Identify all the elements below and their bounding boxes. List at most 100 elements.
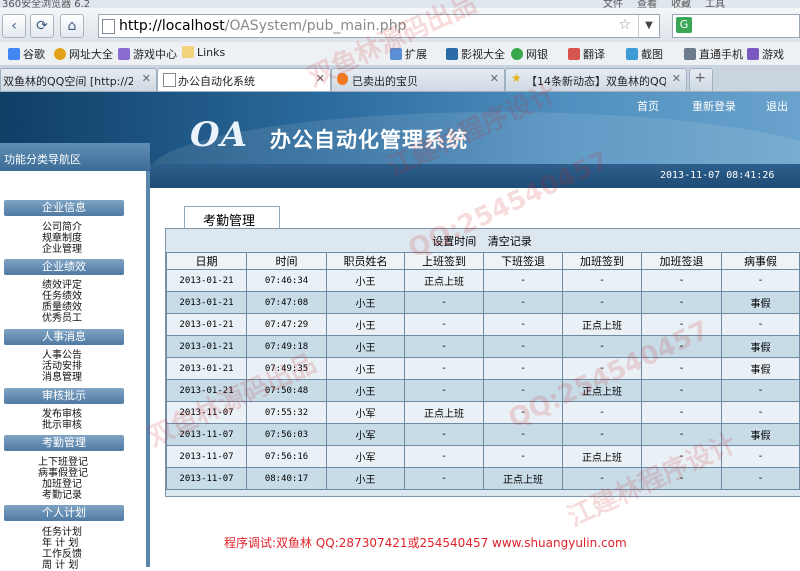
tab-attendance-management[interactable]: 考勤管理: [184, 206, 280, 229]
table-cell-out: -: [483, 335, 563, 358]
sidebar-item-weekly-plan[interactable]: 周 计 划: [42, 560, 78, 571]
gamepad-icon: [118, 48, 130, 60]
table-cell-time: 07:50:48: [246, 379, 327, 402]
sidebar-section-company-info[interactable]: 企业信息: [4, 200, 124, 216]
close-icon[interactable]: ✕: [490, 72, 499, 85]
sidebar-section-hr-news[interactable]: 人事消息: [4, 329, 124, 345]
bookmark-google[interactable]: 谷歌: [8, 46, 45, 62]
menu-favorites[interactable]: 收藏: [671, 0, 691, 8]
home-icon[interactable]: ⌂: [60, 14, 84, 38]
table-cell-out: -: [483, 291, 563, 314]
bookmark-star-icon[interactable]: ☆: [618, 17, 631, 33]
bookmark-video[interactable]: 影视大全: [446, 46, 505, 62]
sidebar-item-task-performance[interactable]: 任务绩效: [42, 291, 82, 302]
system-title: 办公自动化管理系统: [270, 128, 468, 152]
column-header-check-out: 下班签退: [483, 252, 563, 270]
bookmark-phone[interactable]: 直通手机: [684, 46, 743, 62]
clear-records-link[interactable]: 清空记录: [488, 235, 532, 248]
table-cell-otin: 正点上班: [562, 445, 642, 468]
search-engine-icon[interactable]: G: [676, 17, 692, 33]
close-icon[interactable]: ✕: [672, 72, 681, 85]
sidebar-item-activity-schedule[interactable]: 活动安排: [42, 361, 82, 372]
table-cell-in: -: [404, 445, 484, 468]
address-bar[interactable]: http://localhost/OASystem/pub_main.php ☆…: [98, 14, 660, 38]
sidebar-item-performance-rating[interactable]: 绩效评定: [42, 280, 82, 291]
sidebar-section-personal-plans[interactable]: 个人计划: [4, 505, 124, 521]
table-cell-out: 正点上班: [483, 467, 563, 490]
table-cell-date: 2013-11-07: [166, 401, 247, 424]
table-cell-out: -: [483, 269, 563, 292]
table-row: 2013-01-21 07:49:18 小王 - - - - 事假: [166, 335, 800, 358]
nav-caption: 功能分类导航区: [4, 153, 81, 166]
home-link[interactable]: 首页: [637, 98, 659, 114]
sidebar-item-company-profile[interactable]: 公司简介: [42, 222, 82, 233]
table-cell-otout: -: [641, 467, 722, 490]
refresh-icon[interactable]: ⟳: [30, 14, 54, 38]
bookmark-screenshot[interactable]: 截图: [626, 46, 663, 62]
table-cell-otout: -: [641, 379, 722, 402]
tab-sold-items[interactable]: 已卖出的宝贝 ✕: [331, 68, 505, 91]
google-icon: [8, 48, 20, 60]
sidebar-item-quality-performance[interactable]: 质量绩效: [42, 302, 82, 313]
table-cell-date: 2013-11-07: [166, 445, 247, 468]
tab-oa-system[interactable]: 办公自动化系统 ✕: [157, 68, 331, 91]
sidebar-item-attendance-records[interactable]: 考勤记录: [42, 490, 82, 501]
sidebar-item-overtime-registration[interactable]: 加班登记: [42, 479, 82, 490]
relogin-link[interactable]: 重新登录: [692, 98, 736, 114]
address-dropdown-icon[interactable]: ▼: [638, 15, 659, 37]
sidebar-section-attendance[interactable]: 考勤管理: [4, 435, 124, 451]
bookmark-bank[interactable]: 网银: [511, 46, 548, 62]
sidebar-section-performance[interactable]: 企业绩效: [4, 259, 124, 275]
table-cell-in: -: [404, 291, 484, 314]
tab-qzone-updates[interactable]: ★ 【14条新动态】双鱼林的QQ空 ✕: [505, 68, 687, 91]
menu-view[interactable]: 查看: [637, 0, 657, 8]
close-icon[interactable]: ✕: [316, 72, 325, 85]
bookmark-games[interactable]: 游戏: [747, 46, 784, 62]
sidebar-item-regulations[interactable]: 规章制度: [42, 233, 82, 244]
sidebar-item-instruction-review[interactable]: 批示审核: [42, 420, 82, 431]
table-cell-in: -: [404, 357, 484, 380]
sidebar-item-task-plan[interactable]: 任务计划: [42, 527, 82, 538]
table-cell-date: 2013-11-07: [166, 423, 247, 446]
sidebar-item-work-feedback[interactable]: 工作反馈: [42, 549, 82, 560]
table-cell-date: 2013-01-21: [166, 379, 247, 402]
bookmark-translate[interactable]: 翻译: [568, 46, 605, 62]
sidebar-item-leave-registration[interactable]: 病事假登记: [38, 468, 88, 479]
search-box[interactable]: G: [672, 14, 800, 38]
table-cell-date: 2013-01-21: [166, 291, 247, 314]
sidebar-item-hr-announcement[interactable]: 人事公告: [42, 350, 82, 361]
browser-title-bar: 360安全浏览器 6.2 文件 查看 收藏 工具: [0, 0, 800, 8]
new-tab-button[interactable]: +: [689, 68, 713, 91]
column-header-date: 日期: [166, 252, 247, 270]
current-datetime: 2013-11-07 08:41:26: [660, 170, 775, 181]
table-cell-leave: -: [721, 269, 800, 292]
bookmark-sites[interactable]: 网址大全: [54, 46, 113, 62]
sidebar-item-excellent-staff[interactable]: 优秀员工: [42, 313, 82, 324]
table-cell-otin: -: [562, 357, 642, 380]
logout-link[interactable]: 退出: [766, 98, 788, 114]
sidebar-section-review[interactable]: 审核批示: [4, 388, 124, 404]
table-row: 2013-01-21 07:47:29 小王 - - 正点上班 - -: [166, 313, 800, 336]
table-cell-date: 2013-01-21: [166, 313, 247, 336]
sidebar-item-clock-in-out[interactable]: 上下班登记: [38, 457, 88, 468]
bookmark-extensions[interactable]: 扩展: [390, 46, 427, 62]
menu-tools[interactable]: 工具: [705, 0, 725, 8]
bookmark-links[interactable]: Links: [182, 46, 225, 59]
sidebar-item-message-management[interactable]: 消息管理: [42, 372, 82, 383]
back-icon[interactable]: ‹: [2, 14, 26, 38]
sidebar-item-enterprise-management[interactable]: 企业管理: [42, 244, 82, 255]
table-cell-name: 小王: [326, 269, 405, 292]
sidebar-item-annual-plan[interactable]: 年 计 划: [42, 538, 78, 549]
table-cell-date: 2013-01-21: [166, 357, 247, 380]
table-cell-name: 小军: [326, 423, 405, 446]
bookmark-games-center[interactable]: 游戏中心: [118, 46, 177, 62]
table-cell-time: 07:47:08: [246, 291, 327, 314]
tab-qzone[interactable]: 双鱼林的QQ空间 [http://287✕: [0, 68, 157, 91]
sidebar-item-publish-review[interactable]: 发布审核: [42, 409, 82, 420]
menu-file[interactable]: 文件: [603, 0, 623, 8]
close-icon[interactable]: ✕: [142, 72, 151, 85]
taobao-icon: [337, 73, 348, 85]
table-cell-leave: -: [721, 401, 800, 424]
set-time-link[interactable]: 设置时间: [432, 235, 476, 248]
table-cell-otout: -: [641, 335, 722, 358]
